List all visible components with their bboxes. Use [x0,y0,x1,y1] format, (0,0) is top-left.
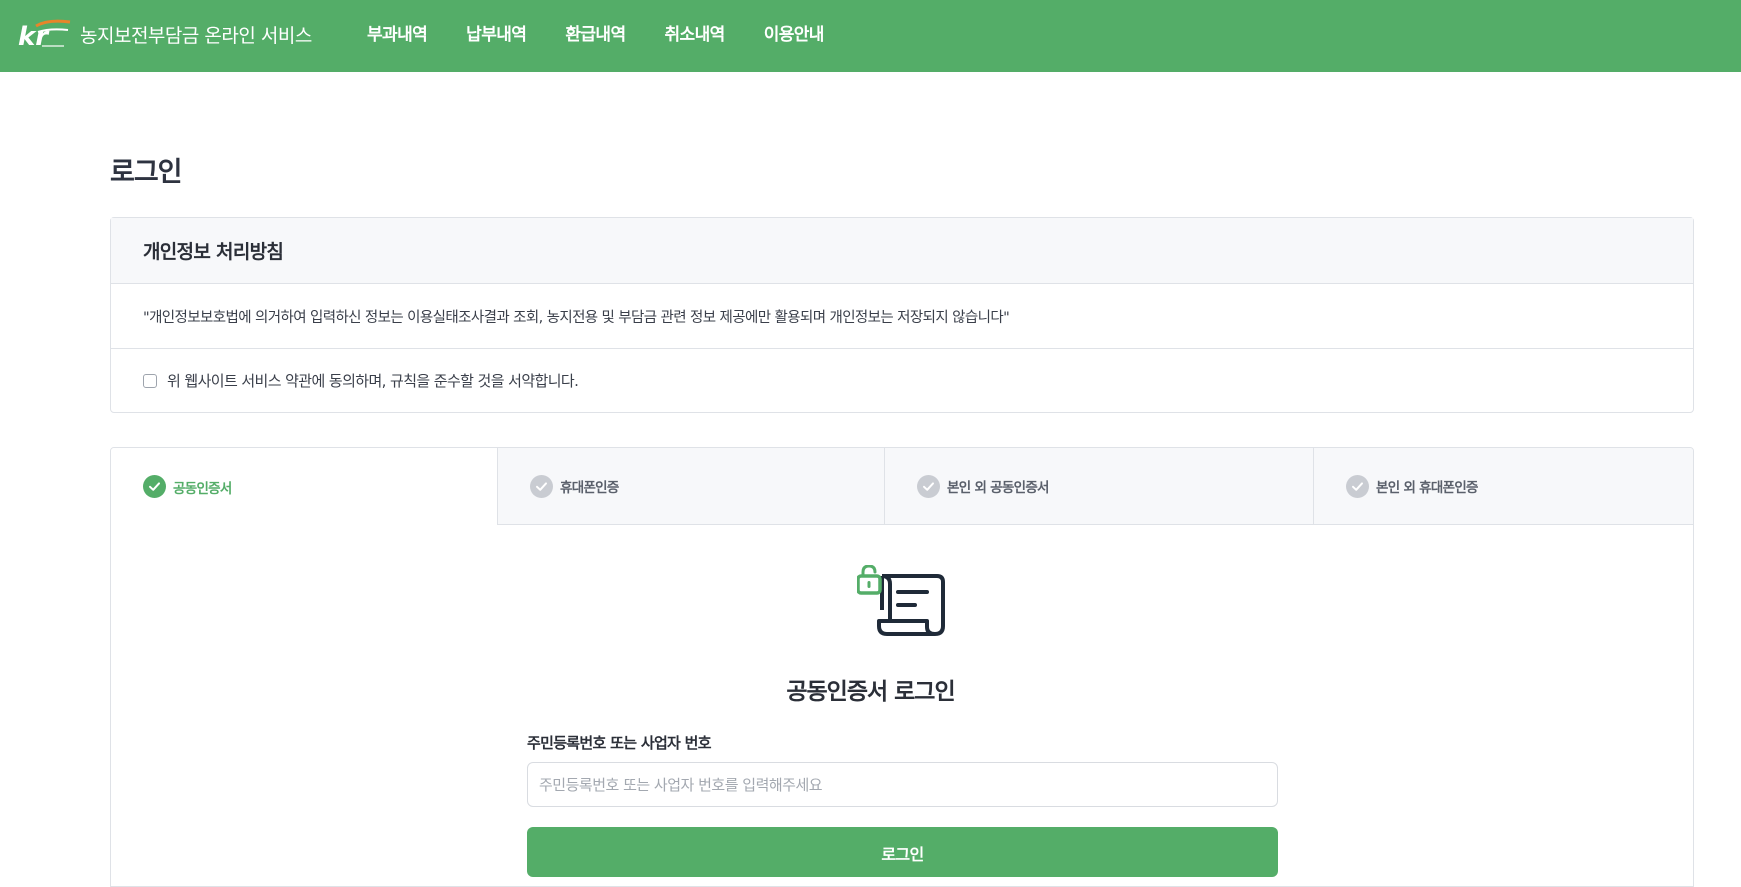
login-button[interactable]: 로그인 [527,827,1278,877]
login-method-tabs: 공동인증서 휴대폰인증 본인 외 공동인증서 본인 외 휴대폰인증 [111,448,1693,525]
check-circle-icon [530,474,553,498]
nav-item-levy-history[interactable]: 부과내역 [367,20,428,45]
site-title[interactable]: 농지보전부담금 온라인 서비스 [80,21,312,48]
tab-other-person-certificate[interactable]: 본인 외 공동인증서 [885,448,1314,524]
check-circle-icon [917,474,940,498]
privacy-policy-header: 개인정보 처리방침 [111,218,1693,284]
terms-agreement-row: 위 웹사이트 서비스 약관에 동의하며, 규칙을 준수할 것을 서약합니다. [111,349,1693,412]
nav-item-user-guide[interactable]: 이용안내 [764,20,825,45]
login-form-title: 공동인증서 로그인 [786,679,955,705]
privacy-notice-row: "개인정보보호법에 의거하여 입력하신 정보는 이용실태조사결과 조회, 농지전… [111,284,1693,349]
check-circle-icon [143,475,166,498]
tab-label: 본인 외 휴대폰인증 [1376,480,1478,496]
privacy-policy-title: 개인정보 처리방침 [143,241,284,263]
nav-item-payment-history[interactable]: 납부내역 [466,20,527,45]
main-nav: 부과내역 납부내역 환급내역 취소내역 이용안내 [367,20,863,45]
privacy-notice-text: "개인정보보호법에 의거하여 입력하신 정보는 이용실태조사결과 조회, 농지전… [143,309,1010,326]
tab-other-person-mobile[interactable]: 본인 외 휴대폰인증 [1314,448,1693,524]
page-title: 로그인 [110,157,183,188]
top-navigation-bar: kr 농지보전부담금 온라인 서비스 부과내역 납부내역 환급내역 취소내역 이… [0,0,1741,72]
id-number-input[interactable] [527,762,1278,807]
tab-joint-certificate[interactable]: 공동인증서 [111,448,498,525]
tab-label: 본인 외 공동인증서 [947,480,1049,496]
tab-label: 휴대폰인증 [560,480,619,496]
privacy-policy-box: 개인정보 처리방침 "개인정보보호법에 의거하여 입력하신 정보는 이용실태조사… [110,217,1694,413]
login-method-panel: 공동인증서 휴대폰인증 본인 외 공동인증서 본인 외 휴대폰인증 [110,447,1694,887]
tab-label: 공동인증서 [173,480,232,497]
terms-agree-checkbox[interactable] [143,373,157,388]
nav-item-cancel-history[interactable]: 취소내역 [665,20,726,45]
check-circle-icon [1346,474,1369,498]
tab-mobile-verification[interactable]: 휴대폰인증 [498,448,885,524]
certificate-icon [857,565,945,636]
nav-item-refund-history[interactable]: 환급내역 [565,20,626,45]
terms-agree-label[interactable]: 위 웹사이트 서비스 약관에 동의하며, 규칙을 준수할 것을 서약합니다. [167,370,579,391]
site-logo[interactable]: kr [18,18,72,50]
id-number-label: 주민등록번호 또는 사업자 번호 [527,734,712,752]
